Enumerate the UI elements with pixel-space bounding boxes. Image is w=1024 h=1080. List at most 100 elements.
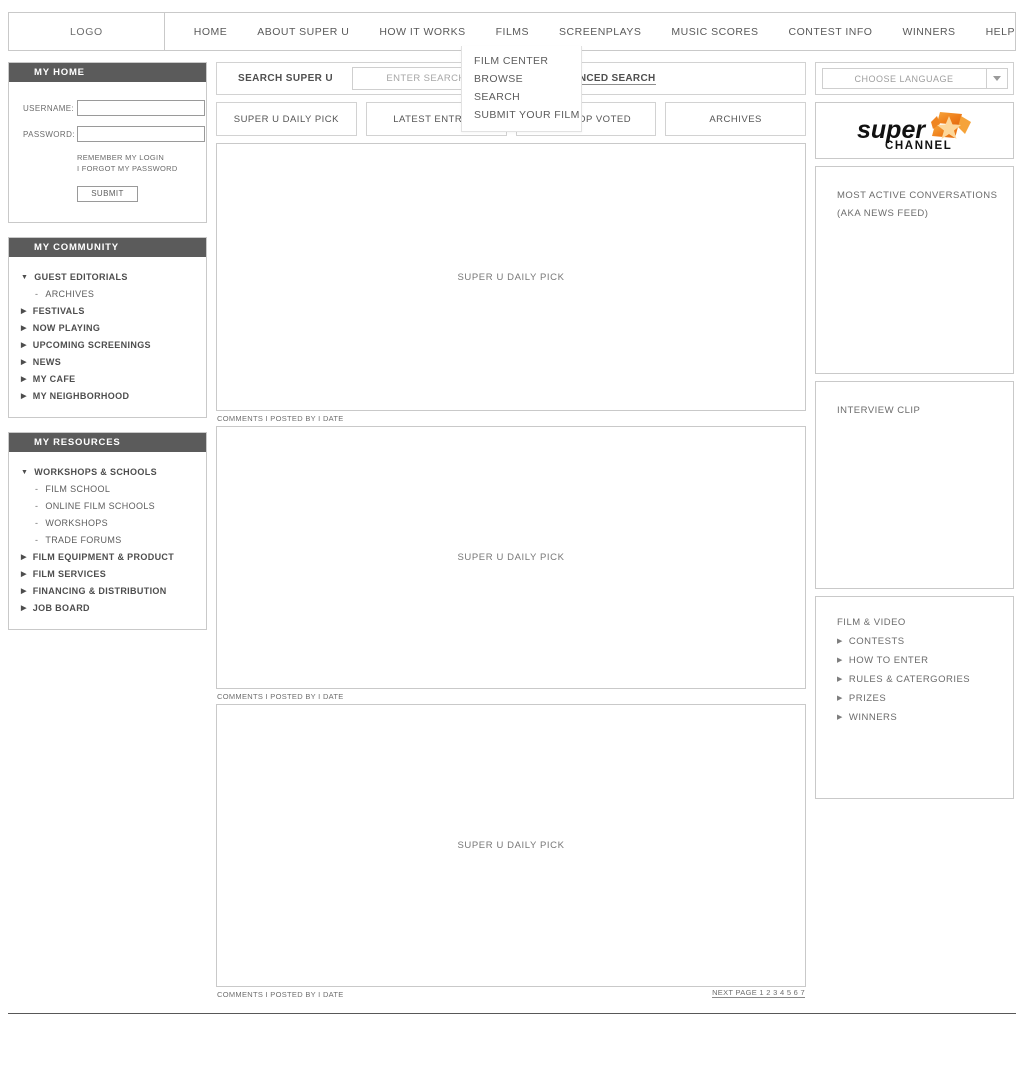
nav-item-help[interactable]: HELP — [986, 26, 1015, 38]
username-row: USERNAME: — [9, 100, 206, 116]
resources-item-workshops[interactable]: - WORKSHOPS — [9, 515, 206, 532]
caret-right-icon: ▶ — [21, 341, 27, 349]
password-row: PASSWORD: — [9, 126, 206, 142]
resources-item-film-equipment-product[interactable]: ▶ FILM EQUIPMENT & PRODUCT — [9, 549, 206, 566]
site-logo-text: LOGO — [69, 25, 103, 38]
community-item-upcoming-screenings[interactable]: ▶ UPCOMING SCREENINGS — [9, 337, 206, 354]
resources-item-workshops-schools[interactable]: ▼ WORKSHOPS & SCHOOLS — [9, 464, 206, 481]
film-video-link-prizes[interactable]: ▶ PRIZES — [837, 689, 1013, 708]
tab-super-u-daily-pick[interactable]: SUPER U DAILY PICK — [216, 102, 357, 136]
community-item-label: MY NEIGHBORHOOD — [32, 391, 130, 401]
nav-item-winners[interactable]: WINNERS — [902, 26, 955, 38]
main-content: SEARCH SUPER U ADVANCED SEARCH SUPER U D… — [216, 62, 806, 1002]
tab-archives[interactable]: ARCHIVES — [665, 102, 806, 136]
dropdown-item-submit-your-film[interactable]: SUBMIT YOUR FILM — [462, 106, 581, 124]
language-selector[interactable]: CHOOSE LANGUAGE — [815, 62, 1014, 95]
film-video-link-label: HOW TO ENTER — [848, 655, 929, 666]
media-block: SUPER U DAILY PICK COMMENTS I POSTED BY … — [216, 704, 806, 1002]
resources-item-trade-forums[interactable]: - TRADE FORUMS — [9, 532, 206, 549]
caret-down-icon: ▼ — [21, 468, 29, 476]
footer-divider — [8, 1013, 1016, 1014]
media-placeholder-label: SUPER U DAILY PICK — [457, 271, 565, 283]
dash-icon: - — [35, 483, 39, 494]
username-label: USERNAME: — [23, 103, 75, 113]
my-resources-title: MY RESOURCES — [9, 432, 206, 452]
news-feed-line-1: MOST ACTIVE CONVERSATIONS — [837, 190, 998, 201]
community-item-label: MY CAFE — [32, 374, 76, 384]
search-label: SEARCH SUPER U — [238, 73, 334, 84]
dropdown-item-browse[interactable]: BROWSE — [462, 70, 581, 88]
media-player-1[interactable]: SUPER U DAILY PICK — [216, 143, 806, 411]
film-video-link-label: CONTESTS — [848, 636, 905, 647]
community-item-news[interactable]: ▶ NEWS — [9, 354, 206, 371]
resources-item-film-services[interactable]: ▶ FILM SERVICES — [9, 566, 206, 583]
password-input[interactable] — [77, 126, 205, 142]
community-item-festivals[interactable]: ▶ FESTIVALS — [9, 303, 206, 320]
caret-right-icon: ▶ — [21, 375, 27, 383]
page-root: LOGO HOME ABOUT SUPER U HOW IT WORKS FIL… — [0, 0, 1024, 1080]
community-item-now-playing[interactable]: ▶ NOW PLAYING — [9, 320, 206, 337]
caret-right-icon: ▶ — [21, 358, 27, 366]
language-selected-value[interactable]: CHOOSE LANGUAGE — [821, 68, 987, 89]
nav-item-how-it-works[interactable]: HOW IT WORKS — [379, 26, 465, 38]
resources-item-financing-distribution[interactable]: ▶ FINANCING & DISTRIBUTION — [9, 583, 206, 600]
pagination-next-page[interactable]: NEXT PAGE 1 2 3 4 5 6 7 — [712, 988, 805, 998]
password-label: PASSWORD: — [23, 129, 75, 139]
chevron-down-icon — [992, 76, 1001, 81]
resources-item-film-school[interactable]: - FILM SCHOOL — [9, 481, 206, 498]
my-home-panel: MY HOME USERNAME: PASSWORD: REMEMBER MY … — [8, 62, 207, 223]
community-item-guest-editorials[interactable]: ▼ GUEST EDITORIALS — [9, 269, 206, 286]
dropdown-item-search[interactable]: SEARCH — [462, 88, 581, 106]
caret-right-icon: ▶ — [21, 307, 27, 315]
super-channel-logo-svg: super CHANNEL — [857, 111, 971, 152]
resources-item-job-board[interactable]: ▶ JOB BOARD — [9, 600, 206, 617]
right-sidebar: CHOOSE LANGUAGE super CHANNEL MOST ACTIV… — [815, 62, 1014, 799]
dash-icon: - — [35, 500, 39, 511]
resources-item-online-film-schools[interactable]: - ONLINE FILM SCHOOLS — [9, 498, 206, 515]
forgot-password-link[interactable]: I FORGOT MY PASSWORD — [77, 163, 206, 174]
resources-item-label: FILM SERVICES — [32, 569, 107, 579]
language-dropdown-button[interactable] — [986, 68, 1008, 89]
nav-item-home[interactable]: HOME — [194, 26, 228, 38]
resources-item-label: WORKSHOPS — [45, 518, 109, 528]
nav-item-about-super-u[interactable]: ABOUT SUPER U — [257, 26, 349, 38]
community-item-label: FESTIVALS — [32, 306, 85, 316]
pager-row: NEXT PAGE 1 2 3 4 5 6 7 — [216, 988, 806, 1002]
community-item-my-neighborhood[interactable]: ▶ MY NEIGHBORHOOD — [9, 388, 206, 405]
media-player-2[interactable]: SUPER U DAILY PICK — [216, 426, 806, 689]
media-block: SUPER U DAILY PICK COMMENTS I POSTED BY … — [216, 426, 806, 704]
caret-right-icon: ▶ — [837, 695, 843, 702]
film-video-link-contests[interactable]: ▶ CONTESTS — [837, 632, 1013, 651]
film-video-link-label: PRIZES — [848, 693, 887, 704]
nav-item-films[interactable]: FILMS — [496, 26, 529, 38]
resources-item-label: FILM EQUIPMENT & PRODUCT — [32, 552, 175, 562]
svg-text:CHANNEL: CHANNEL — [885, 140, 952, 152]
media-player-3[interactable]: SUPER U DAILY PICK — [216, 704, 806, 987]
login-form: USERNAME: PASSWORD: REMEMBER MY LOGIN I … — [9, 82, 206, 222]
username-input[interactable] — [77, 100, 205, 116]
community-item-label: ARCHIVES — [45, 289, 95, 299]
resources-item-label: FILM SCHOOL — [45, 484, 111, 494]
nav-item-screenplays[interactable]: SCREENPLAYS — [559, 26, 641, 38]
film-video-link-rules-categories[interactable]: ▶ RULES & CATERGORIES — [837, 670, 1013, 689]
caret-right-icon: ▶ — [21, 324, 27, 332]
nav-item-music-scores[interactable]: MUSIC SCORES — [671, 26, 758, 38]
interview-clip-panel[interactable]: INTERVIEW CLIP — [815, 381, 1014, 589]
dropdown-item-film-center[interactable]: FILM CENTER — [462, 52, 581, 70]
resources-item-label: JOB BOARD — [32, 603, 90, 613]
remember-login-link[interactable]: REMEMBER MY LOGIN — [77, 152, 206, 163]
community-item-archives[interactable]: - ARCHIVES — [9, 286, 206, 303]
login-submit-button[interactable]: SUBMIT — [77, 185, 138, 202]
nav-item-contest-info[interactable]: CONTEST INFO — [788, 26, 872, 38]
news-feed-panel: MOST ACTIVE CONVERSATIONS (AKA NEWS FEED… — [815, 166, 1014, 374]
super-channel-logo: super CHANNEL — [815, 102, 1014, 159]
film-video-link-winners[interactable]: ▶ WINNERS — [837, 708, 1013, 727]
community-item-my-cafe[interactable]: ▶ MY CAFE — [9, 371, 206, 388]
film-video-link-how-to-enter[interactable]: ▶ HOW TO ENTER — [837, 651, 1013, 670]
community-item-label: UPCOMING SCREENINGS — [32, 340, 151, 350]
community-item-label: NOW PLAYING — [32, 323, 101, 333]
site-logo[interactable]: LOGO — [9, 13, 165, 50]
film-video-title: FILM & VIDEO — [837, 617, 906, 628]
caret-right-icon: ▶ — [837, 638, 843, 645]
media-caption-2: COMMENTS I POSTED BY I DATE — [217, 692, 344, 701]
